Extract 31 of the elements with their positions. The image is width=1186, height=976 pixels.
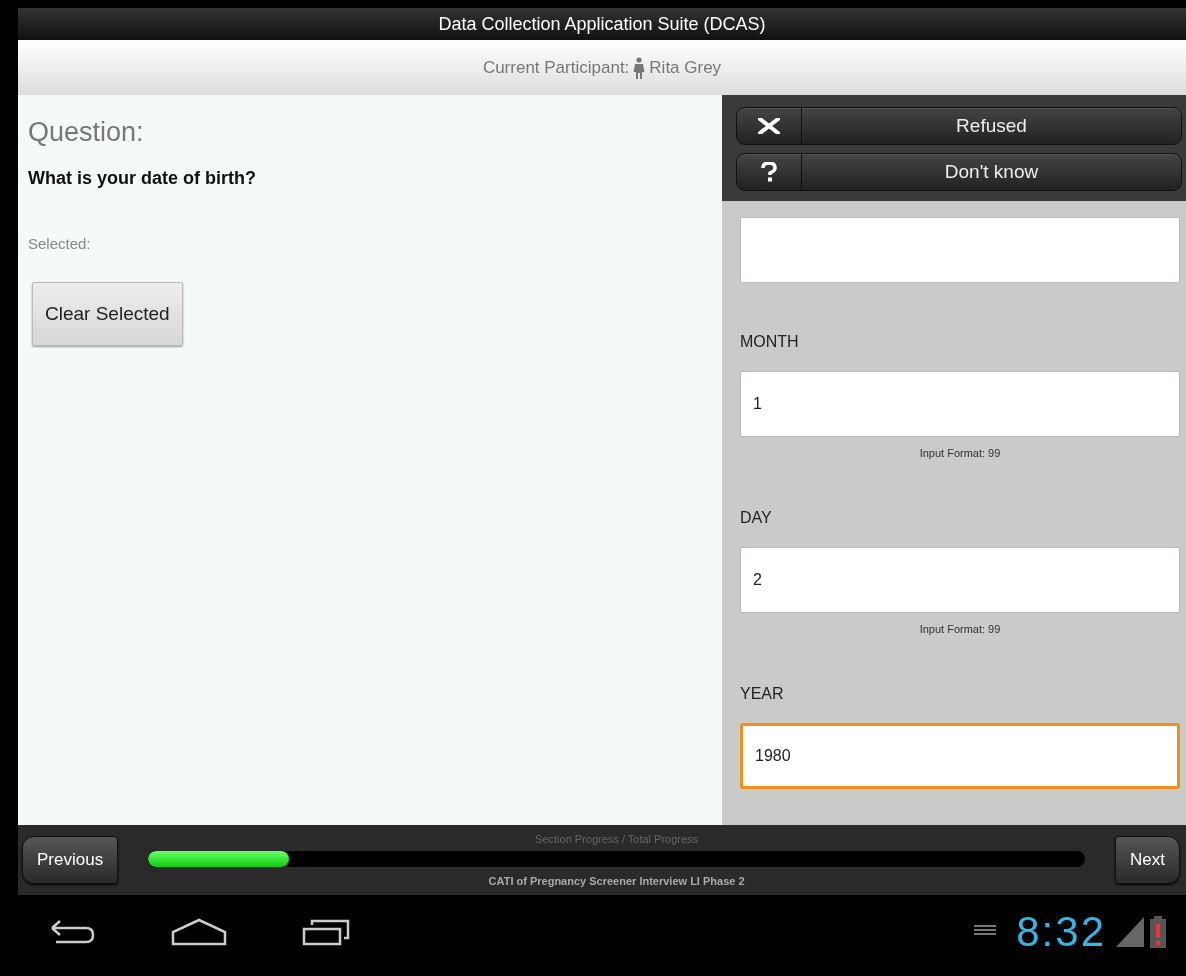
- window-title: Data Collection Application Suite (DCAS): [438, 13, 766, 35]
- input-field[interactable]: 2: [740, 547, 1180, 613]
- battery-alert-icon: [1150, 915, 1166, 948]
- input-field[interactable]: 1980: [740, 723, 1180, 789]
- question-heading: Question:: [28, 117, 145, 148]
- signal-icon: [1116, 916, 1144, 947]
- question-mark-icon: [761, 162, 777, 182]
- previous-button[interactable]: Previous: [22, 836, 119, 884]
- input-field[interactable]: [740, 217, 1180, 283]
- input-field[interactable]: 1: [740, 371, 1180, 437]
- home-icon[interactable]: [171, 917, 227, 946]
- clock: 8:32: [1016, 907, 1106, 956]
- next-button[interactable]: Next: [1115, 836, 1180, 884]
- selected-label: Selected:: [28, 235, 92, 252]
- person-icon: [633, 56, 646, 79]
- survey-name: CATI of Pregnancy Screener Interview LI Phase 2: [488, 875, 745, 887]
- field-label: MONTH: [740, 333, 800, 351]
- close-icon: [758, 118, 780, 134]
- participant-label: Current Participant:: [482, 57, 630, 78]
- field-label: DAY: [740, 509, 773, 527]
- input-format-hint: Input Format: 99: [918, 447, 1002, 459]
- dont-know-button[interactable]: Don't know: [736, 153, 1182, 191]
- field-label: YEAR: [740, 685, 785, 703]
- recent-apps-icon[interactable]: [302, 917, 352, 946]
- participant-name: Rita Grey: [649, 57, 722, 78]
- clear-selected-button[interactable]: Clear Selected: [32, 282, 183, 346]
- progress-label: Section Progress / Total Progress: [535, 833, 699, 847]
- question-text: What is your date of birth?: [28, 168, 257, 189]
- input-format-hint: Input Format: 99: [918, 623, 1002, 635]
- keyboard-icon: [974, 924, 997, 937]
- refused-button[interactable]: Refused: [736, 107, 1182, 145]
